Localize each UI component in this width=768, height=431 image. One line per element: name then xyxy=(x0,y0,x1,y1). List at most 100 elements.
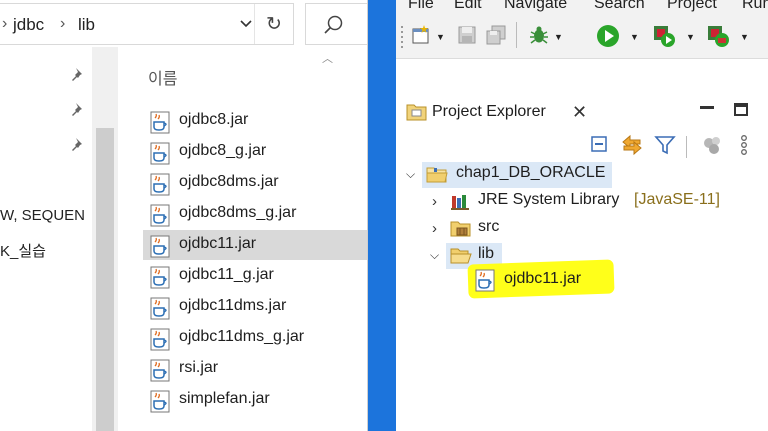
jar-file-icon xyxy=(150,235,170,258)
file-explorer-window: › jdbc › lib ↻ W, SEQUEN K_실습 ︿ 이름 ojdbc… xyxy=(0,0,368,431)
address-bar[interactable]: › jdbc › lib xyxy=(0,3,294,45)
menu-navigate[interactable]: Navigate xyxy=(504,0,567,13)
tree-row-src[interactable]: › src xyxy=(396,216,768,242)
tab-label: Project Explorer xyxy=(432,103,546,120)
chevron-right-icon[interactable]: › xyxy=(432,193,437,210)
file-row[interactable]: ojdbc11.jar xyxy=(143,230,367,260)
file-row[interactable]: rsi.jar xyxy=(143,354,367,384)
project-explorer-icon xyxy=(406,104,427,121)
tree-row-project[interactable]: ⌵ chap1_DB_ORACLE xyxy=(396,162,768,188)
pin-icon[interactable] xyxy=(70,136,86,152)
menu-run[interactable]: Run xyxy=(742,0,768,13)
jar-file-icon xyxy=(150,359,170,382)
jar-file-icon xyxy=(149,204,173,233)
chevron-down-icon[interactable]: ▼ xyxy=(630,32,639,42)
jar-file-icon xyxy=(149,297,173,326)
jar-file-icon xyxy=(475,269,495,292)
save-all-icon[interactable] xyxy=(484,24,508,46)
menu-search[interactable]: Search xyxy=(594,0,645,13)
project-folder-icon xyxy=(426,167,448,183)
file-name: ojdbc11_g.jar xyxy=(179,266,274,283)
refresh-button[interactable]: ↻ xyxy=(255,4,293,44)
file-name: ojdbc8.jar xyxy=(179,111,249,128)
jar-file-icon xyxy=(150,142,170,165)
folder-open-icon xyxy=(450,248,472,264)
pin-icon[interactable] xyxy=(70,101,86,117)
jar-file-icon xyxy=(149,142,173,171)
menu-bar: File Edit Navigate Search Project Run xyxy=(396,0,768,16)
eclipse-window: File Edit Navigate Search Project Run ▼ … xyxy=(396,0,768,431)
file-row[interactable]: ojdbc8_g.jar xyxy=(143,137,367,167)
run-icon[interactable] xyxy=(596,24,620,48)
jar-file-icon xyxy=(150,297,170,320)
file-row[interactable]: ojdbc8dms_g.jar xyxy=(143,199,367,229)
jre-version-decoration: [JavaSE-11] xyxy=(634,191,720,208)
tree-row-ojdbc11[interactable]: ojdbc11.jar xyxy=(470,268,650,294)
jre-library-label: JRE System Library xyxy=(478,191,620,208)
file-name: ojdbc8dms_g.jar xyxy=(179,204,297,221)
menu-project[interactable]: Project xyxy=(667,0,717,13)
breadcrumb-jdbc[interactable]: jdbc xyxy=(13,15,44,35)
chevron-down-icon[interactable] xyxy=(239,17,253,29)
chevron-right-icon[interactable]: › xyxy=(432,220,437,237)
desktop-background xyxy=(368,0,396,431)
project-name: chap1_DB_ORACLE xyxy=(456,164,606,181)
jar-file-icon xyxy=(150,111,170,134)
file-row[interactable]: ojdbc8.jar xyxy=(143,106,367,136)
src-label: src xyxy=(478,218,500,235)
file-row[interactable]: ojdbc11_g.jar xyxy=(143,261,367,291)
breadcrumb-lib[interactable]: lib xyxy=(78,15,95,35)
toolbar-grip-icon xyxy=(401,26,403,48)
view-toolbar xyxy=(396,130,768,162)
nav-item[interactable]: K_실습 xyxy=(0,240,46,261)
file-row[interactable]: ojdbc11dms_g.jar xyxy=(143,323,367,353)
refresh-icon: ↻ xyxy=(266,13,282,35)
tree-row-jre[interactable]: › JRE System Library [JavaSE-11] xyxy=(396,189,768,215)
sort-up-icon: ︿ xyxy=(322,53,333,65)
collapse-all-icon[interactable] xyxy=(590,134,608,154)
external-tools-icon[interactable] xyxy=(706,24,730,48)
chevron-down-icon[interactable]: ▼ xyxy=(740,32,749,42)
divider xyxy=(686,136,687,158)
chevron-down-icon[interactable]: ⌵ xyxy=(430,248,439,263)
debug-icon[interactable] xyxy=(528,24,550,46)
file-name: ojdbc11dms.jar xyxy=(179,297,287,314)
jar-file-icon xyxy=(150,266,170,289)
new-file-icon[interactable] xyxy=(410,24,432,46)
main-toolbar: ▼ ▼ ▼ ▼ ▼ xyxy=(396,16,768,59)
file-name: ojdbc8dms.jar xyxy=(179,173,279,190)
file-row[interactable]: ojdbc8dms.jar xyxy=(143,168,367,198)
menu-file[interactable]: File xyxy=(408,0,434,13)
minimize-button[interactable] xyxy=(700,106,714,109)
pin-icon[interactable] xyxy=(70,66,86,82)
link-with-editor-icon[interactable] xyxy=(620,134,644,156)
menu-edit[interactable]: Edit xyxy=(454,0,482,13)
column-header-name[interactable]: 이름 xyxy=(148,65,177,89)
jar-file-icon xyxy=(149,111,173,140)
working-sets-icon[interactable] xyxy=(702,134,724,156)
lib-folder-label: lib xyxy=(478,245,495,262)
chevron-right-icon: › xyxy=(60,15,66,32)
view-menu-icon[interactable] xyxy=(740,134,748,156)
chevron-down-icon[interactable]: ⌵ xyxy=(406,167,415,182)
chevron-down-icon[interactable]: ▼ xyxy=(436,32,445,42)
jar-file-icon xyxy=(149,235,173,264)
library-icon xyxy=(451,195,469,210)
nav-scrollbar-thumb[interactable] xyxy=(96,128,114,431)
filter-icon[interactable] xyxy=(654,134,676,156)
jar-file-icon xyxy=(150,204,170,227)
file-name: simplefan.jar xyxy=(179,390,270,407)
chevron-down-icon[interactable]: ▼ xyxy=(554,32,563,42)
file-name: ojdbc11.jar xyxy=(179,235,257,252)
jar-file-icon xyxy=(150,173,170,196)
close-icon[interactable]: ✕ xyxy=(572,102,587,123)
run-coverage-icon[interactable] xyxy=(652,24,676,48)
file-row[interactable]: ojdbc11dms.jar xyxy=(143,292,367,322)
save-icon[interactable] xyxy=(456,24,478,46)
chevron-down-icon[interactable]: ▼ xyxy=(686,32,695,42)
jar-name: ojdbc11.jar xyxy=(504,270,582,287)
nav-item[interactable]: W, SEQUEN xyxy=(0,207,85,224)
search-box[interactable] xyxy=(305,3,368,45)
maximize-button[interactable] xyxy=(734,103,748,116)
file-row[interactable]: simplefan.jar xyxy=(143,385,367,415)
